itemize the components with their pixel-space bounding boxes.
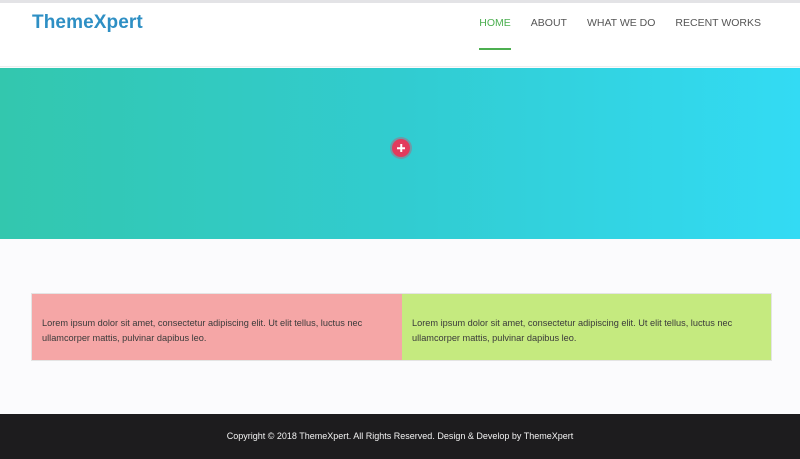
- nav-item-recent-works[interactable]: RECENT WORKS: [675, 16, 761, 36]
- site-logo[interactable]: ThemeXpert: [32, 12, 143, 34]
- copyright-text: Copyright © 2018 ThemeXpert. All Rights …: [226, 431, 574, 441]
- feature-card-pink: Lorem ipsum dolor sit amet, consectetur …: [32, 294, 402, 360]
- plus-icon[interactable]: [392, 139, 410, 157]
- nav-item-about[interactable]: ABOUT: [531, 16, 567, 36]
- main-nav: HOME ABOUT WHAT WE DO RECENT WORKS: [459, 16, 761, 50]
- nav-item-home[interactable]: HOME: [479, 16, 511, 50]
- feature-card-text: Lorem ipsum dolor sit amet, consectetur …: [412, 318, 733, 343]
- site-header: ThemeXpert HOME ABOUT WHAT WE DO RECENT …: [0, 3, 800, 67]
- feature-card-green: Lorem ipsum dolor sit amet, consectetur …: [402, 294, 771, 360]
- page: ThemeXpert HOME ABOUT WHAT WE DO RECENT …: [0, 0, 800, 459]
- feature-card-text: Lorem ipsum dolor sit amet, consectetur …: [42, 318, 363, 343]
- feature-cards: Lorem ipsum dolor sit amet, consectetur …: [31, 293, 772, 361]
- site-footer: Copyright © 2018 ThemeXpert. All Rights …: [0, 414, 800, 459]
- nav-item-what-we-do[interactable]: WHAT WE DO: [587, 16, 655, 36]
